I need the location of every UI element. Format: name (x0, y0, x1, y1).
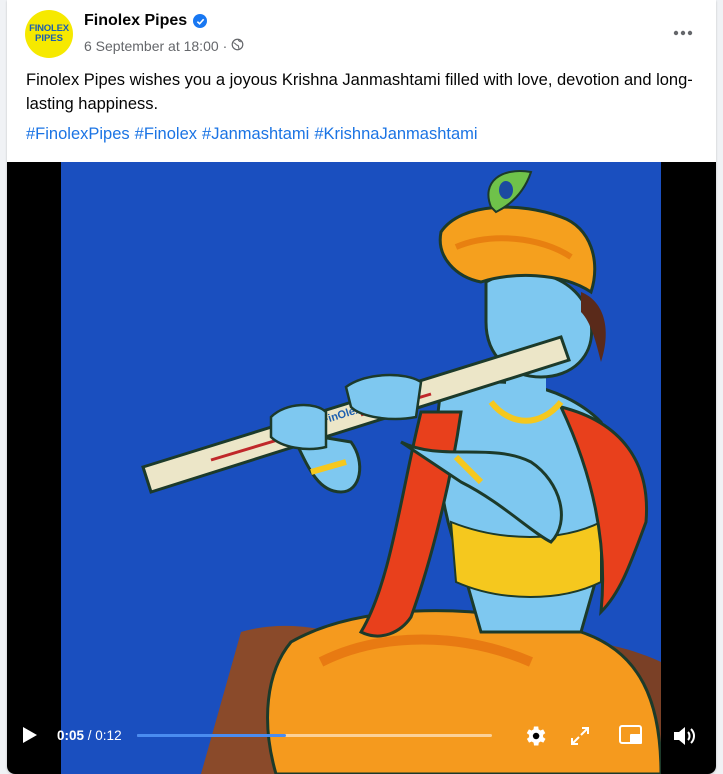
post-caption: Finolex Pipes wishes you a joyous Krishn… (26, 71, 693, 113)
verified-badge-icon (193, 14, 208, 28)
volume-icon[interactable] (671, 724, 697, 753)
hashtag-link[interactable]: #FinolexPipes (26, 125, 130, 144)
hashtag-list: #FinolexPipes #Finolex #Janmashtami #Kri… (26, 125, 478, 144)
video-player[interactable]: FinOlex 0:05 / 0:12 (7, 162, 716, 774)
post-card: FINOLEX PIPES Finolex Pipes 6 September … (7, 0, 716, 774)
more-options-icon[interactable] (668, 18, 698, 48)
page-name-link[interactable]: Finolex Pipes (84, 12, 187, 30)
picture-in-picture-icon[interactable] (618, 724, 644, 751)
post-meta: 6 September at 18:00 · (84, 38, 244, 54)
hashtag-link[interactable]: #Janmashtami (202, 125, 309, 144)
krishna-flute-artwork: FinOlex (61, 162, 661, 774)
expand-icon[interactable] (570, 726, 590, 751)
post-timestamp[interactable]: 6 September at 18:00 (84, 38, 219, 54)
video-progress-fill (137, 734, 287, 737)
video-time: 0:05 / 0:12 (57, 728, 122, 743)
avatar-logo-line2: PIPES (35, 33, 63, 44)
hashtag-link[interactable]: #KrishnaJanmashtami (314, 125, 477, 144)
page-name-row: Finolex Pipes (84, 12, 208, 30)
video-progress-bar[interactable] (137, 734, 492, 737)
page-avatar[interactable]: FINOLEX PIPES (25, 10, 73, 58)
play-icon[interactable] (21, 725, 39, 750)
video-controls: 0:05 / 0:12 (7, 712, 716, 758)
meta-separator: · (222, 38, 228, 54)
gear-icon[interactable] (522, 723, 548, 754)
video-current-time: 0:05 (57, 728, 85, 743)
hashtag-link[interactable]: #Finolex (135, 125, 197, 144)
video-total-time: / 0:12 (87, 728, 122, 743)
globe-icon[interactable] (231, 38, 244, 54)
